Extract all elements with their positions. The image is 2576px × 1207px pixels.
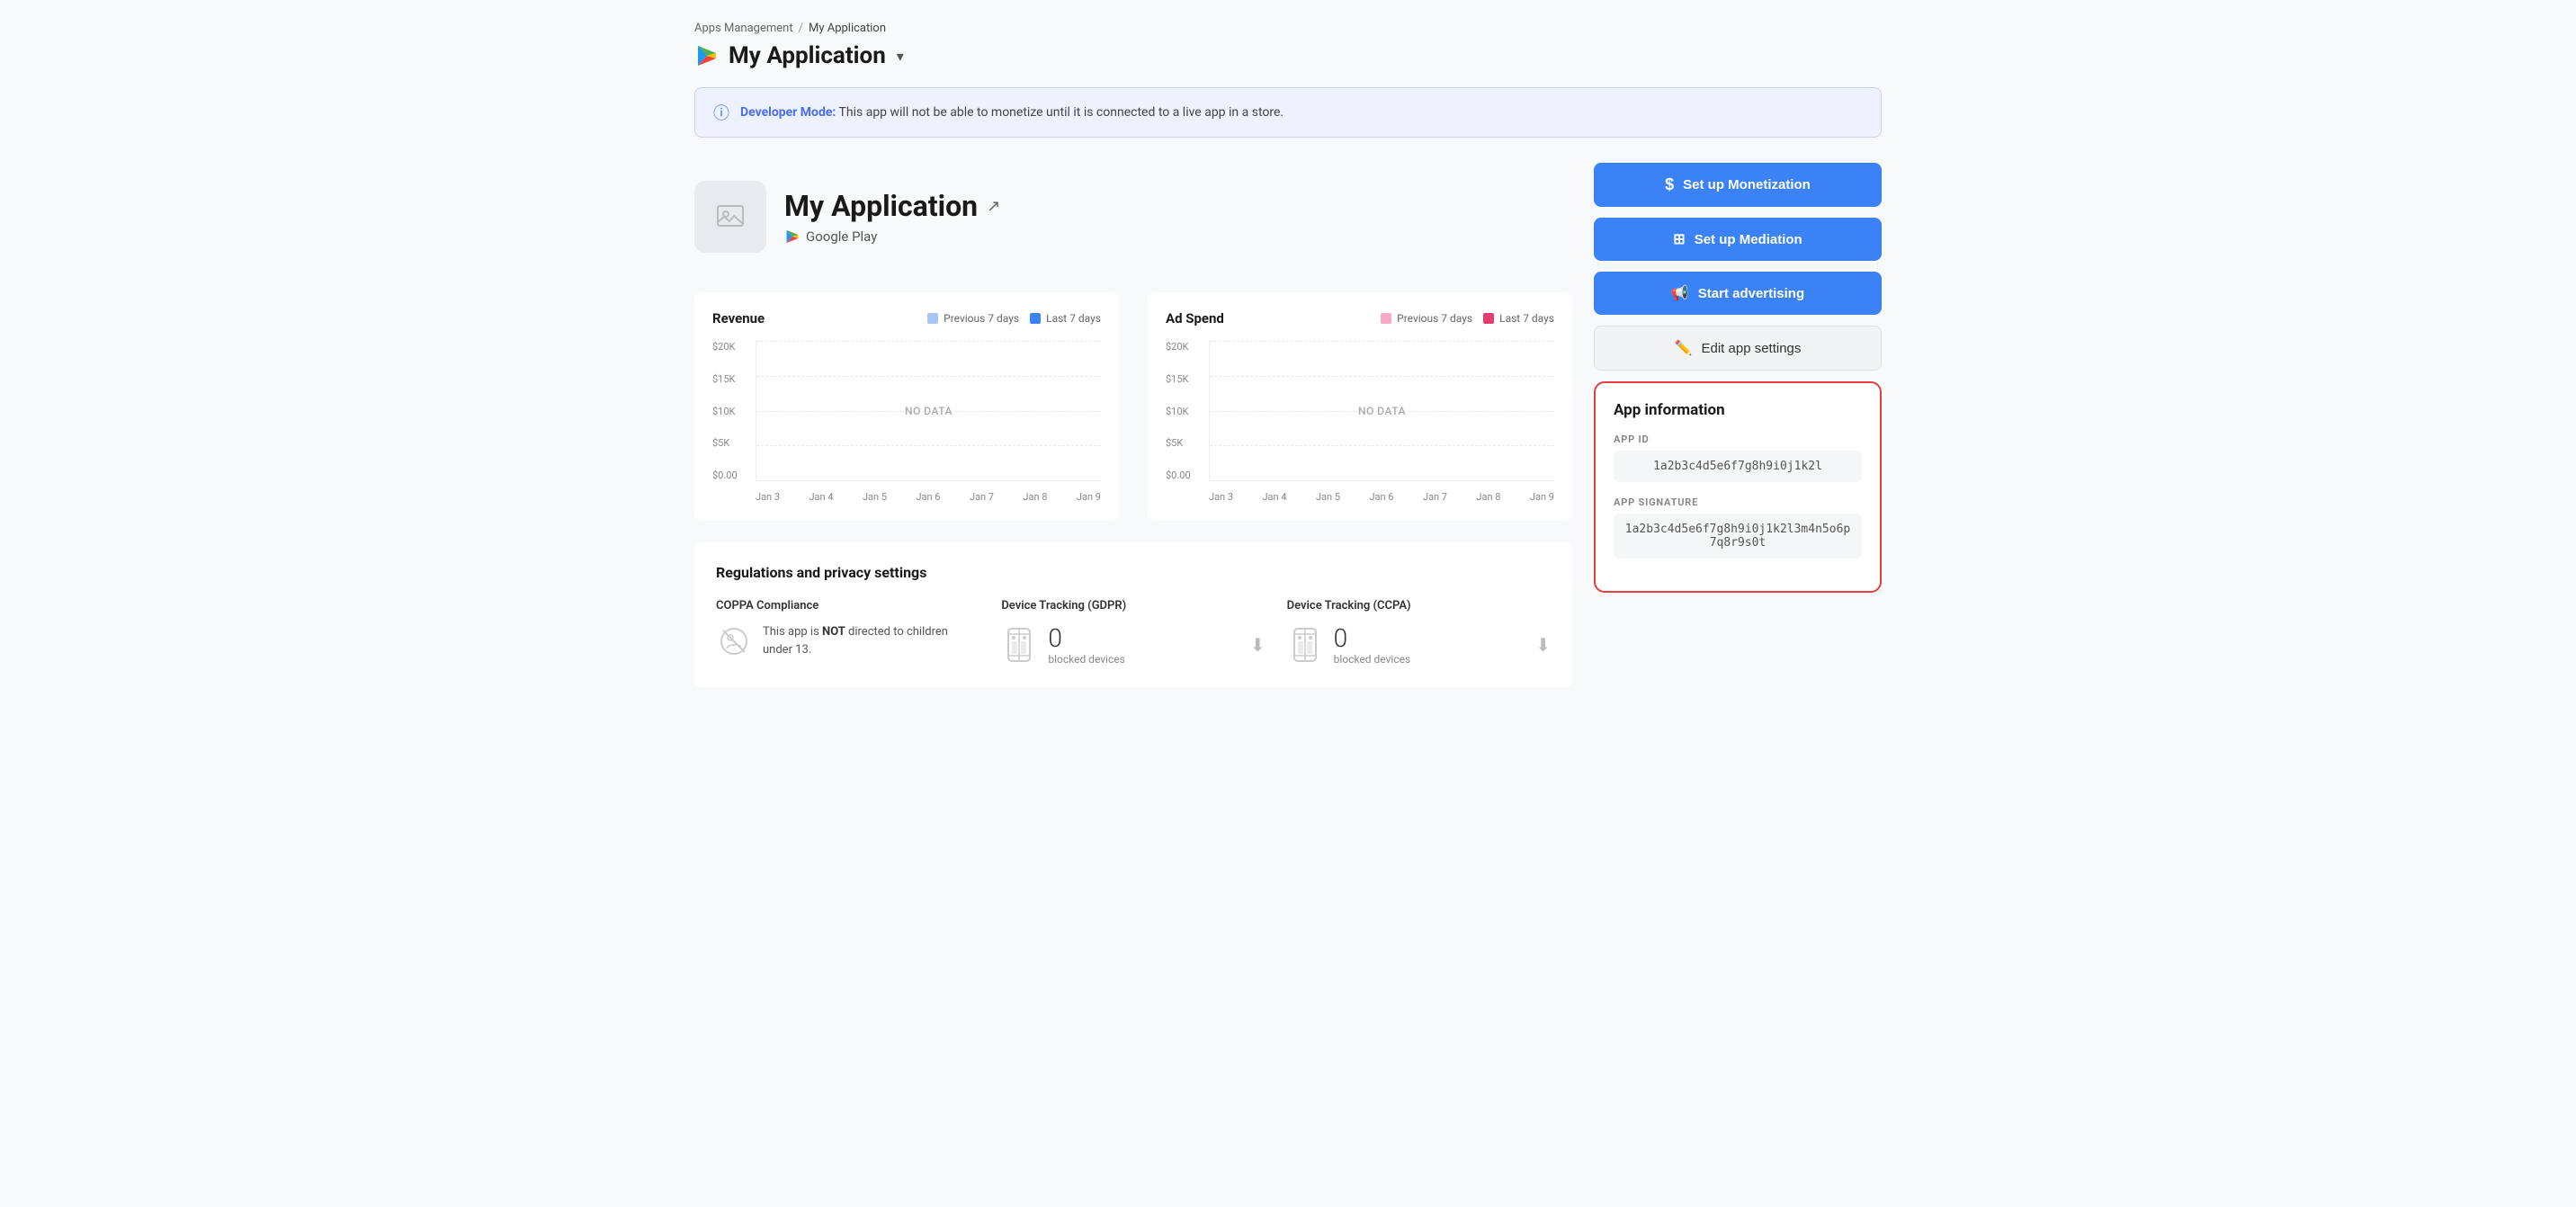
app-header: My Application ▾ [694,42,1882,69]
adspend-chart-title: Ad Spend [1166,310,1224,326]
banner-text: Developer Mode: This app will not be abl… [740,105,1284,120]
external-link-icon[interactable]: ↗ [987,197,1000,216]
edit-app-settings-button[interactable]: ✏️ Edit app settings [1594,326,1882,371]
gdpr-download-icon[interactable]: ⬇ [1250,634,1266,656]
grid-line [1210,376,1554,377]
ccpa-download-icon[interactable]: ⬇ [1535,634,1551,656]
right-column: $ Set up Monetization ⊞ Set up Mediation… [1594,163,1882,687]
ccpa-title: Device Tracking (CCPA) [1287,599,1551,612]
store-badge: Google Play [784,228,1000,245]
adspend-prev-dot [1381,313,1391,324]
adspend-legend-prev: Previous 7 days [1381,312,1472,325]
app-signature-label: APP SIGNATURE [1614,496,1862,508]
gdpr-label: blocked devices [1048,653,1124,666]
layers-icon: ⊞ [1673,230,1685,248]
revenue-chart-plot: NO DATA [756,341,1101,481]
play-store-icon [694,43,720,68]
revenue-last-dot [1030,313,1041,324]
adspend-legend-last: Last 7 days [1483,312,1554,325]
revenue-chart-area: $20K $15K $10K $5K $0.00 NO DATA [712,341,1101,503]
regulations-grid: COPPA Compliance [716,599,1551,666]
revenue-chart-title: Revenue [712,310,765,326]
adspend-chart-plot: NO DATA [1209,341,1554,481]
coppa-card: COPPA Compliance [716,599,979,666]
page-title: My Application [729,42,886,69]
charts-section: Revenue Previous 7 days Last 7 days [694,292,1572,521]
grid-line [756,445,1101,446]
app-icon [694,181,766,253]
setup-monetization-button[interactable]: $ Set up Monetization [1594,163,1882,207]
adspend-no-data: NO DATA [1358,405,1406,417]
coppa-title: COPPA Compliance [716,599,979,612]
ccpa-icon [1287,627,1323,663]
adspend-chart-card: Ad Spend Previous 7 days Last 7 days [1148,292,1572,521]
regulations-title: Regulations and privacy settings [716,564,1551,581]
setup-mediation-button[interactable]: ⊞ Set up Mediation [1594,218,1882,261]
ccpa-card: Device Tracking (CCPA) [1287,599,1551,666]
ccpa-count: 0 [1334,623,1410,653]
app-signature-value: 1a2b3c4d5e6f7g8h9i0j1k2l3m4n5o6p7q8r9s0t [1614,514,1862,559]
gdpr-icon [1001,627,1037,663]
app-identity-section: My Application ↗ Google Play [694,163,1572,271]
app-dropdown-button[interactable]: ▾ [897,48,904,65]
ccpa-label: blocked devices [1334,653,1410,666]
revenue-chart-card: Revenue Previous 7 days Last 7 days [694,292,1119,521]
edit-icon: ✏️ [1675,339,1693,357]
breadcrumb: Apps Management / My Application [694,22,1882,35]
start-advertising-button[interactable]: 📢 Start advertising [1594,272,1882,315]
dollar-icon: $ [1665,175,1674,194]
app-id-value: 1a2b3c4d5e6f7g8h9i0j1k2l [1614,451,1862,482]
gdpr-card: Device Tracking (GDPR) [1001,599,1265,666]
info-icon: ⓘ [713,101,729,124]
gdpr-title: Device Tracking (GDPR) [1001,599,1265,612]
adspend-xaxis: Jan 3 Jan 4 Jan 5 Jan 6 Jan 7 Jan 8 Jan … [1209,491,1554,503]
grid-line [756,376,1101,377]
store-name: Google Play [806,228,877,245]
revenue-prev-dot [927,313,938,324]
gdpr-count: 0 [1048,623,1124,653]
coppa-icon [716,623,752,659]
coppa-text: This app is NOT directed to children und… [763,623,979,658]
app-info-card: App information APP ID 1a2b3c4d5e6f7g8h9… [1594,381,1882,593]
app-name: My Application [784,189,978,223]
app-id-label: APP ID [1614,434,1862,445]
grid-line [756,341,1101,342]
breadcrumb-separator: / [799,22,803,35]
revenue-no-data: NO DATA [905,405,953,417]
grid-line [1210,445,1554,446]
grid-line [1210,341,1554,342]
app-info-title: App information [1614,401,1862,419]
revenue-xaxis: Jan 3 Jan 4 Jan 5 Jan 6 Jan 7 Jan 8 Jan … [756,491,1101,503]
adspend-chart-area: $20K $15K $10K $5K $0.00 NO DATA [1166,341,1554,503]
breadcrumb-parent[interactable]: Apps Management [694,22,793,35]
revenue-legend-last: Last 7 days [1030,312,1101,325]
megaphone-icon: 📢 [1671,284,1689,302]
regulations-section: Regulations and privacy settings COPPA C… [694,542,1572,687]
adspend-yaxis: $20K $15K $10K $5K $0.00 [1166,341,1205,481]
developer-mode-banner: ⓘ Developer Mode: This app will not be a… [694,87,1882,138]
revenue-yaxis: $20K $15K $10K $5K $0.00 [712,341,752,481]
adspend-last-dot [1483,313,1494,324]
breadcrumb-current: My Application [809,22,886,35]
revenue-legend-prev: Previous 7 days [927,312,1019,325]
